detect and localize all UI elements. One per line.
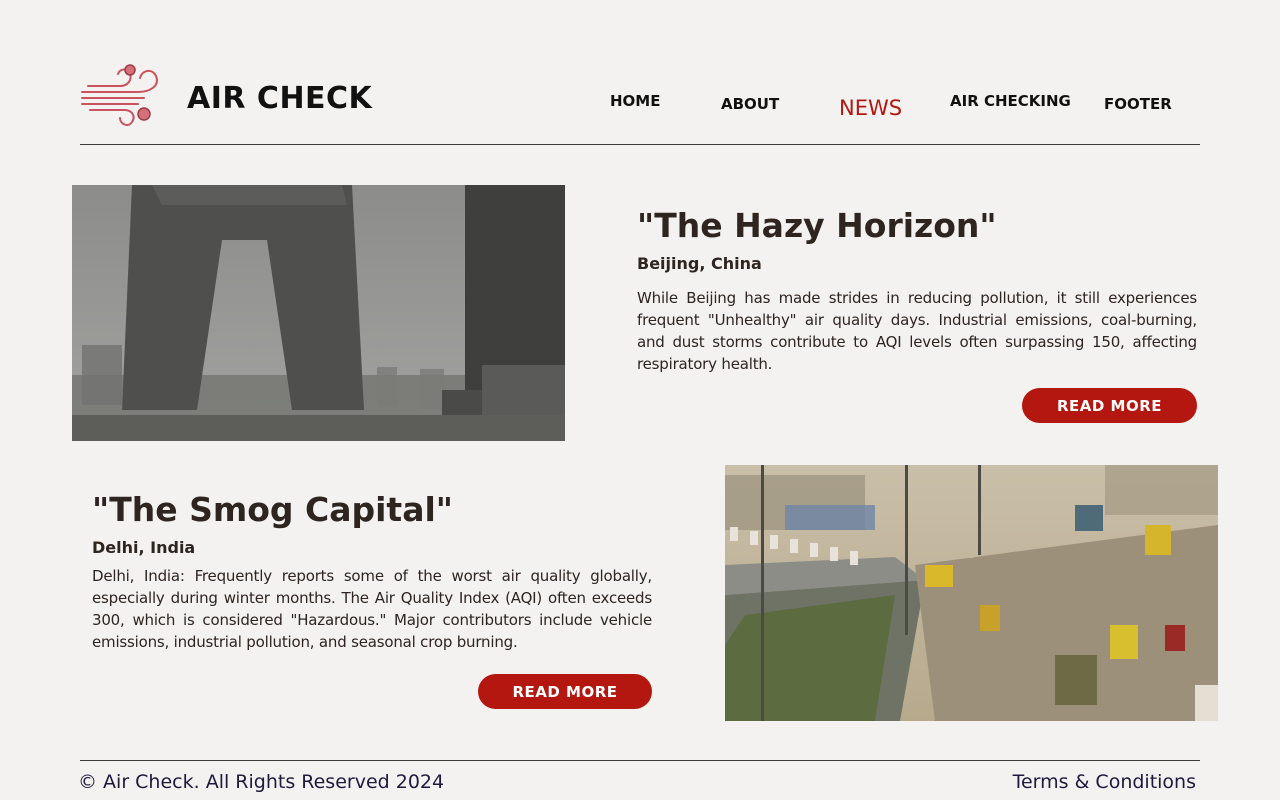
- nav-air-checking[interactable]: AIR CHECKING: [950, 92, 1071, 110]
- beijing-smog-photo: [72, 185, 565, 441]
- nav-footer[interactable]: FOOTER: [1104, 95, 1172, 113]
- read-more-button[interactable]: READ MORE: [478, 674, 652, 709]
- delhi-traffic-photo: [725, 465, 1218, 721]
- wind-icon[interactable]: [80, 62, 164, 130]
- article-location: Beijing, China: [637, 254, 762, 273]
- nav-about[interactable]: ABOUT: [721, 95, 779, 113]
- nav-news[interactable]: NEWS: [839, 96, 902, 120]
- footer-divider: [80, 760, 1200, 761]
- nav-home[interactable]: HOME: [610, 92, 660, 110]
- read-more-button[interactable]: READ MORE: [1022, 388, 1197, 423]
- article-location: Delhi, India: [92, 538, 196, 557]
- article-title: "The Smog Capital": [92, 490, 453, 529]
- terms-link[interactable]: Terms & Conditions: [1013, 771, 1196, 793]
- article-title: "The Hazy Horizon": [637, 206, 997, 245]
- copyright-text: © Air Check. All Rights Reserved 2024: [78, 771, 445, 793]
- page: AIR CHECK HOME ABOUT NEWS AIR CHECKING F…: [0, 0, 1280, 800]
- article-body: Delhi, India: Frequently reports some of…: [92, 567, 652, 651]
- brand-name: AIR CHECK: [187, 81, 373, 116]
- header-divider: [80, 144, 1200, 145]
- article-body: While Beijing has made strides in reduci…: [637, 289, 1197, 373]
